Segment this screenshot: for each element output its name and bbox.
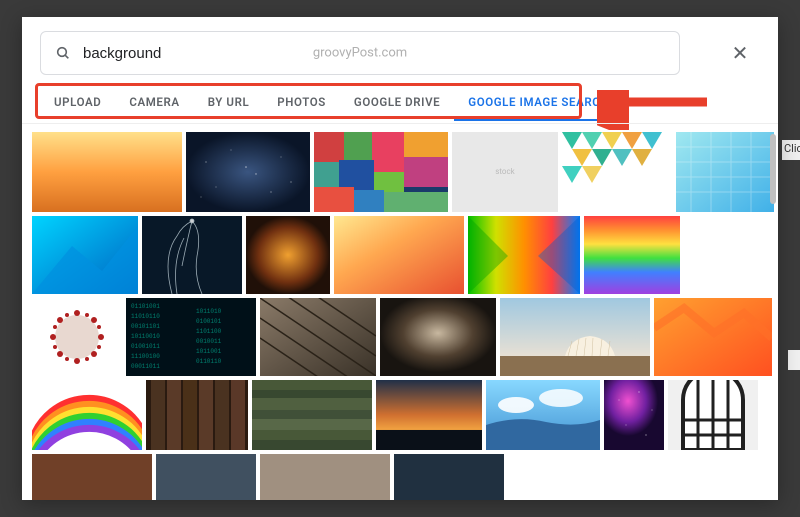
svg-text:1011010: 1011010	[196, 308, 222, 315]
result-thumb[interactable]	[676, 132, 774, 212]
result-thumb[interactable]	[500, 298, 650, 376]
result-thumb[interactable]	[252, 380, 372, 450]
svg-text:01101001: 01101001	[131, 303, 160, 310]
result-thumb[interactable]	[156, 454, 256, 500]
search-icon	[55, 45, 71, 61]
tab-camera[interactable]: CAMERA	[115, 85, 193, 121]
close-icon: ✕	[732, 41, 749, 65]
close-button[interactable]: ✕	[726, 39, 754, 67]
result-thumb[interactable]: 0110100111010110001011011011001001001011…	[126, 298, 256, 376]
result-thumb[interactable]	[562, 132, 672, 212]
svg-text:11010110: 11010110	[131, 313, 160, 320]
result-thumb[interactable]	[668, 380, 758, 450]
result-row	[32, 216, 768, 294]
result-thumb[interactable]	[32, 132, 182, 212]
tabs-container: UPLOAD CAMERA BY URL PHOTOS GOOGLE DRIVE…	[22, 85, 778, 121]
svg-text:0110110: 0110110	[196, 358, 222, 365]
svg-text:1011001: 1011001	[196, 348, 222, 355]
svg-text:stock: stock	[495, 167, 515, 176]
svg-text:0100101: 0100101	[196, 318, 222, 325]
result-thumb[interactable]	[654, 298, 772, 376]
result-thumb[interactable]	[584, 216, 680, 294]
image-picker-dialog: groovyPost.com ✕ UPLOAD CAMERA BY URL PH…	[22, 17, 778, 500]
source-tabs: UPLOAD CAMERA BY URL PHOTOS GOOGLE DRIVE…	[40, 85, 760, 121]
svg-text:0010011: 0010011	[196, 338, 222, 345]
obscured-text: Clic	[782, 140, 800, 160]
dialog-header: groovyPost.com ✕	[22, 17, 778, 85]
svg-text:00101101: 00101101	[131, 323, 160, 330]
svg-text:11100100: 11100100	[131, 353, 160, 360]
tab-by-url[interactable]: BY URL	[194, 85, 264, 121]
tab-upload[interactable]: UPLOAD	[40, 85, 115, 121]
result-thumb[interactable]	[32, 380, 142, 450]
result-row: 0110100111010110001011011011001001001011…	[32, 298, 768, 376]
obscured-bg	[788, 350, 800, 370]
search-input[interactable]	[83, 45, 665, 62]
result-thumb[interactable]	[604, 380, 664, 450]
result-row	[32, 380, 768, 450]
result-row	[32, 454, 768, 500]
result-thumb[interactable]	[260, 454, 390, 500]
result-thumb[interactable]	[32, 216, 138, 294]
result-thumb[interactable]	[186, 132, 310, 212]
image-results-grid: stock 0110100111010110001011011011001001…	[22, 123, 778, 500]
svg-text:10110010: 10110010	[131, 333, 160, 340]
result-thumb[interactable]	[376, 380, 482, 450]
svg-text:1101100: 1101100	[196, 328, 222, 335]
result-thumb[interactable]	[146, 380, 248, 450]
result-thumb[interactable]	[314, 132, 448, 212]
result-thumb[interactable]	[334, 216, 464, 294]
svg-text:01001011: 01001011	[131, 343, 160, 350]
result-thumb[interactable]	[32, 454, 152, 500]
search-box[interactable]: groovyPost.com	[40, 31, 680, 75]
svg-text:00011011: 00011011	[131, 363, 160, 370]
tab-photos[interactable]: PHOTOS	[263, 85, 340, 121]
result-thumb[interactable]	[246, 216, 330, 294]
result-row: stock	[32, 132, 768, 212]
scrollbar-thumb[interactable]	[770, 134, 776, 204]
result-thumb[interactable]	[486, 380, 600, 450]
tab-google-drive[interactable]: GOOGLE DRIVE	[340, 85, 454, 121]
result-thumb[interactable]	[394, 454, 504, 500]
result-thumb[interactable]	[142, 216, 242, 294]
result-thumb[interactable]	[380, 298, 496, 376]
result-thumb[interactable]	[32, 298, 122, 376]
result-thumb[interactable]	[468, 216, 580, 294]
result-thumb[interactable]	[260, 298, 376, 376]
result-thumb[interactable]: stock	[452, 132, 558, 212]
tab-google-image-search[interactable]: GOOGLE IMAGE SEARCH	[454, 85, 623, 121]
